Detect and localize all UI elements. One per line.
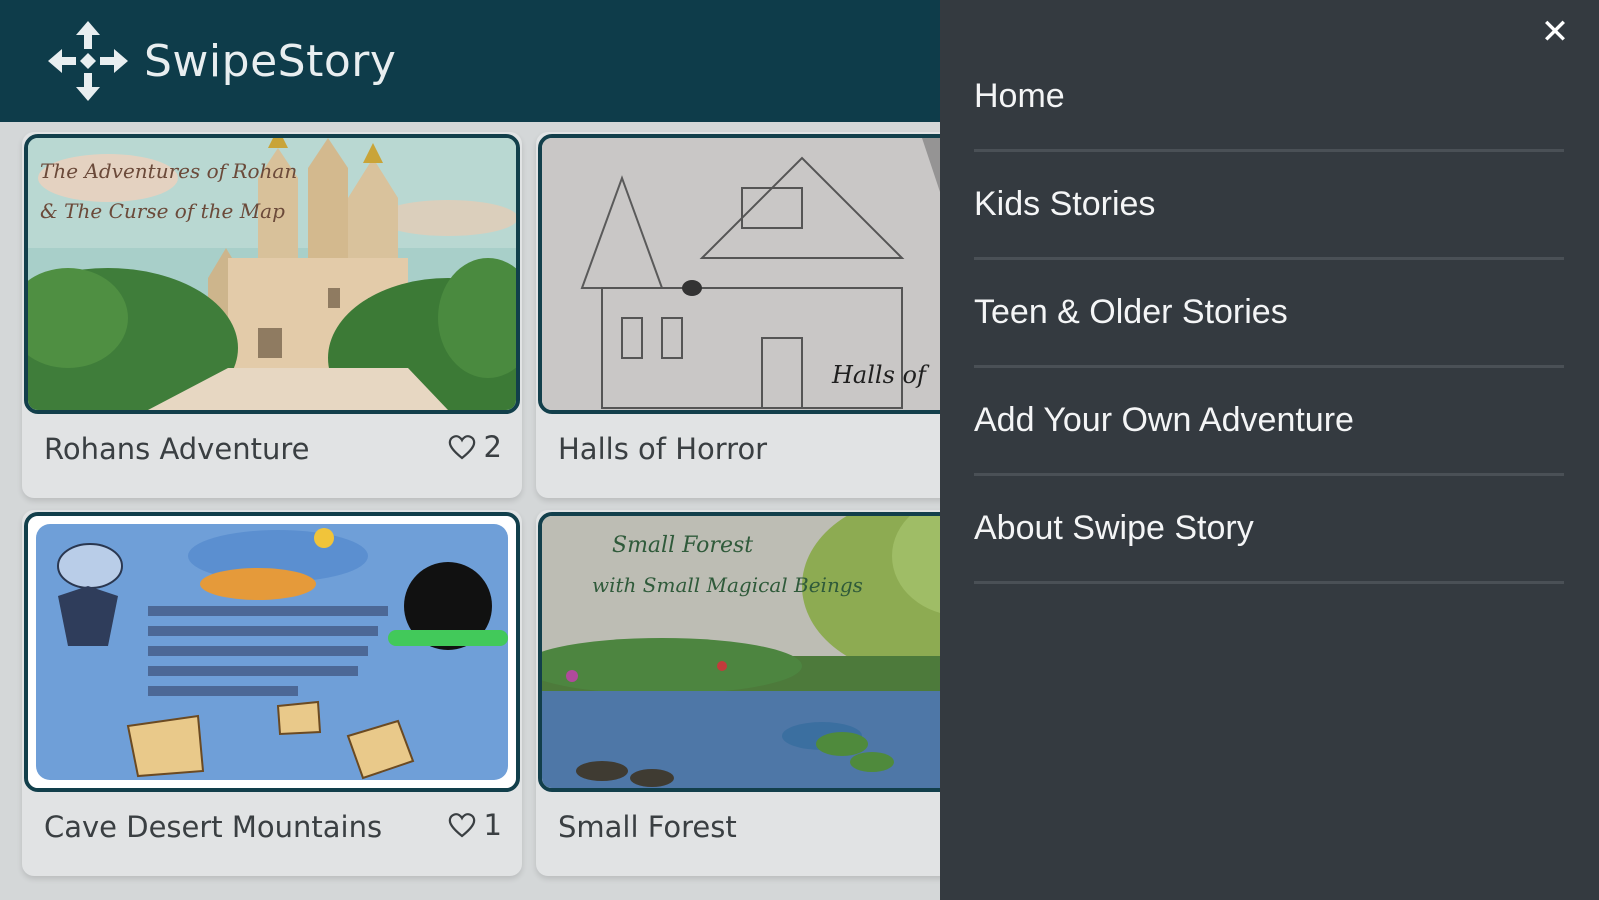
heart-outline-icon [448,813,475,838]
story-title[interactable]: Small Forest [558,810,737,844]
app-header: SwipeStory [0,0,940,122]
story-thumbnail[interactable]: Small Forest with Small Magical Beings [538,512,940,792]
thumb-caption: Halls of [831,361,930,389]
like-count-value: 2 [483,430,502,464]
story-card[interactable]: Halls of Halls of Horror [536,132,940,498]
menu-item-teen-older-stories[interactable]: Teen & Older Stories [974,260,1564,368]
thumb-caption: with Small Magical Beings [592,573,863,597]
story-thumbnail[interactable] [24,512,520,792]
thumb-caption: Small Forest [612,533,753,558]
side-nav-menu: ✕ Home Kids Stories Teen & Older Stories… [940,0,1599,900]
app-main: SwipeStory The Adventures of Rohan & The… [0,0,940,900]
story-title[interactable]: Rohans Adventure [44,432,309,466]
story-card[interactable]: The Adventures of Rohan & The Curse of t… [22,132,522,498]
story-thumbnail[interactable]: Halls of [538,134,940,414]
menu-list: Home Kids Stories Teen & Older Stories A… [974,44,1564,584]
story-card[interactable]: Cave Desert Mountains 1 [22,510,522,876]
like-count[interactable]: 1 [448,808,502,842]
story-thumbnail[interactable]: The Adventures of Rohan & The Curse of t… [24,134,520,414]
menu-item-home[interactable]: Home [974,44,1564,152]
story-card[interactable]: Small Forest with Small Magical Beings S… [536,510,940,876]
menu-item-add-adventure[interactable]: Add Your Own Adventure [974,368,1564,476]
story-title[interactable]: Halls of Horror [558,432,767,466]
menu-item-kids-stories[interactable]: Kids Stories [974,152,1564,260]
menu-item-about[interactable]: About Swipe Story [974,476,1564,584]
move-arrows-icon[interactable] [46,19,130,103]
heart-outline-icon [448,435,475,460]
thumb-caption: & The Curse of the Map [40,199,285,223]
story-title[interactable]: Cave Desert Mountains [44,810,382,844]
brand-name[interactable]: SwipeStory [144,36,396,87]
like-count[interactable]: 2 [448,430,502,464]
like-count-value: 1 [483,808,502,842]
thumb-caption: The Adventures of Rohan [40,159,297,183]
